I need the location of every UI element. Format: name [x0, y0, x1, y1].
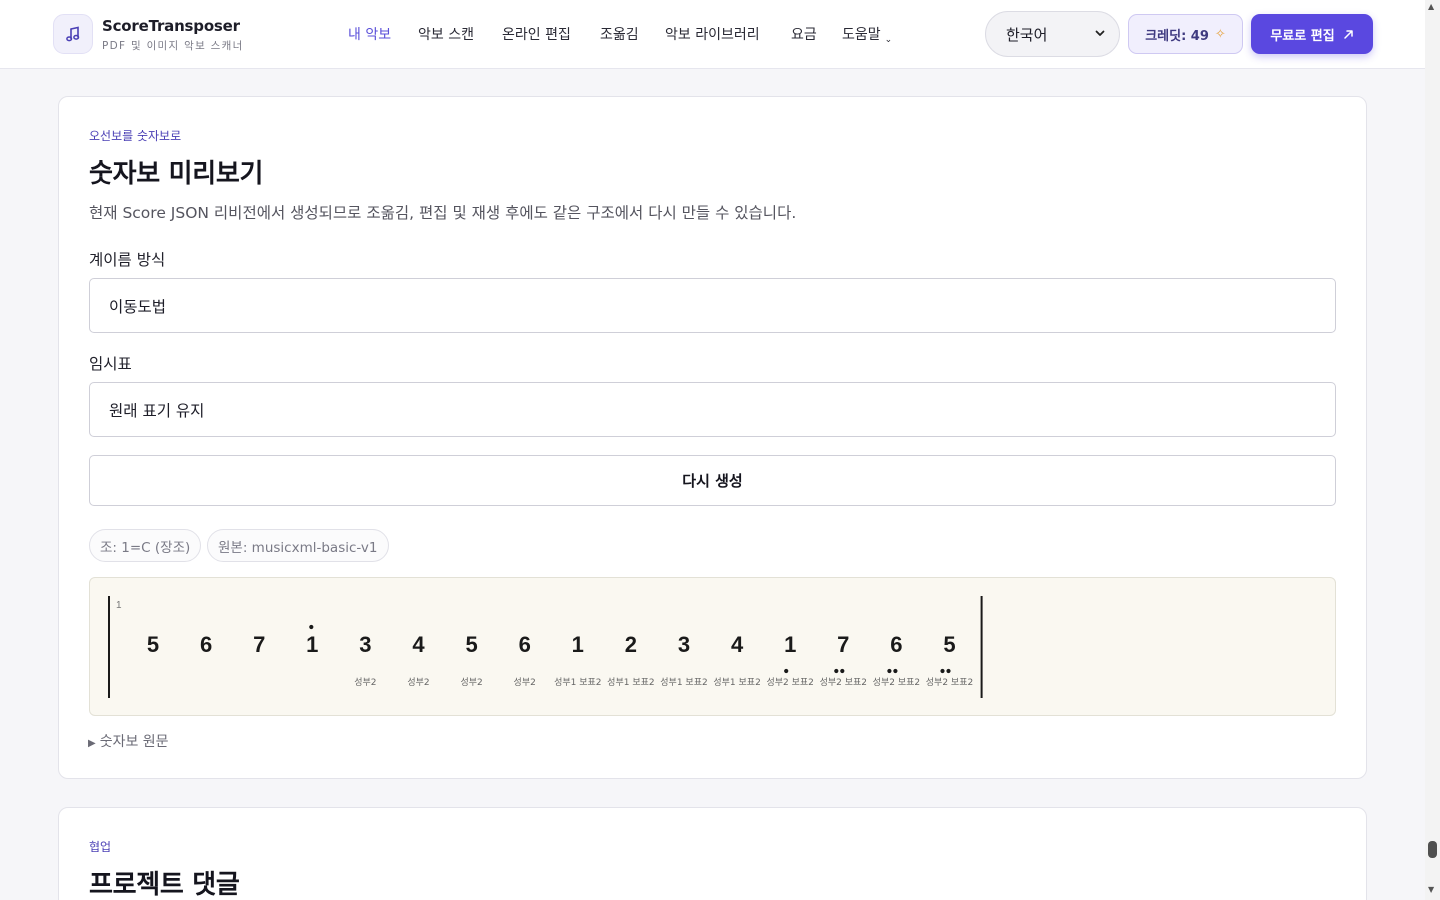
solfege-select-value: 이동도법	[109, 297, 167, 316]
arrow-up-right-icon	[1343, 29, 1353, 39]
language-select[interactable]: 한국어	[985, 11, 1120, 57]
top-navigation-bar: ScoreTransposer PDF 및 이미지 악보 스캐너 내 악보 악보…	[0, 0, 1425, 69]
section-title: 숫자보 미리보기	[89, 159, 264, 189]
nav-scan-score[interactable]: 악보 스캔	[418, 24, 474, 44]
jianpu-note: 6	[200, 632, 212, 657]
octave-dot-above	[309, 624, 314, 630]
note-voice-label: 성부1 보표2	[607, 677, 654, 688]
nav-transpose[interactable]: 조옮김	[600, 24, 639, 44]
jianpu-note: 7	[253, 632, 265, 657]
nav-score-library[interactable]: 악보 라이브러리	[665, 24, 760, 44]
collab-title: 프로젝트 댓글	[89, 870, 240, 900]
brand-name[interactable]: ScoreTransposer	[102, 17, 240, 35]
nav-my-scores[interactable]: 내 악보	[348, 24, 391, 44]
section-eyebrow: 오선보를 숫자보로	[89, 129, 182, 143]
nav-help-label: 도움말	[842, 27, 881, 43]
collaboration-card: 협업 프로젝트 댓글	[58, 807, 1367, 900]
key-chip: 조: 1=C (장조)	[89, 529, 202, 562]
page-scrollbar[interactable]: ▲ ▼	[1425, 0, 1440, 900]
free-edit-button[interactable]: 무료로 편집	[1251, 14, 1373, 54]
accidental-select-value: 원래 표기 유지	[109, 401, 205, 420]
measure-number: 1	[116, 600, 122, 611]
scrollbar-thumb[interactable]	[1428, 841, 1437, 858]
disclosure-triangle-icon: ▶	[88, 738, 96, 749]
note-voice-label: 성부2	[354, 677, 376, 688]
free-edit-button-label: 무료로 편집	[1270, 28, 1335, 44]
octave-dot-below	[940, 668, 945, 674]
scroll-up-arrow-icon[interactable]: ▲	[1428, 2, 1434, 11]
jianpu-source-toggle[interactable]: ▶ 숫자보 원문	[88, 731, 169, 751]
octave-dot-below	[834, 668, 839, 674]
music-note-icon	[66, 26, 80, 42]
chevron-down-icon	[1095, 30, 1105, 36]
solfege-select[interactable]: 이동도법	[89, 278, 1336, 333]
octave-dot-below	[887, 668, 892, 674]
section-description: 현재 Score JSON 리비전에서 생성되므로 조옮김, 편집 및 재생 후…	[89, 204, 797, 222]
jianpu-note: 1	[306, 632, 318, 657]
brand-tagline: PDF 및 이미지 악보 스캐너	[102, 40, 244, 52]
octave-dot-below	[893, 668, 898, 674]
jianpu-source-label: 숫자보 원문	[99, 734, 169, 750]
note-voice-label: 성부2	[460, 677, 482, 688]
regenerate-button[interactable]: 다시 생성	[89, 455, 1336, 506]
jianpu-preview-card: 오선보를 숫자보로 숫자보 미리보기 현재 Score JSON 리비전에서 생…	[58, 96, 1367, 779]
nav-help[interactable]: 도움말 ⌄	[842, 24, 893, 45]
credits-badge[interactable]: 크레딧: 49 ✧	[1128, 14, 1243, 54]
source-chip: 원본: musicxml-basic-v1	[207, 529, 389, 562]
jianpu-note: 5	[147, 632, 159, 657]
note-voice-label: 성부1 보표2	[660, 677, 707, 688]
note-voice-label: 성부1 보표2	[554, 677, 601, 688]
logo[interactable]	[53, 14, 93, 54]
octave-dot-below	[784, 668, 789, 674]
language-select-value: 한국어	[1006, 25, 1048, 44]
collab-eyebrow: 협업	[89, 840, 112, 854]
jianpu-note: 5	[465, 632, 477, 657]
note-voice-label: 성부2 보표2	[873, 677, 920, 688]
note-voice-label: 성부1 보표2	[713, 677, 760, 688]
jianpu-note: 7	[837, 632, 849, 657]
scroll-down-arrow-icon[interactable]: ▼	[1428, 885, 1434, 894]
jianpu-note: 1	[784, 632, 796, 657]
jianpu-note: 6	[890, 632, 902, 657]
sparkle-icon: ✧	[1214, 26, 1226, 42]
jianpu-note: 1	[572, 632, 584, 657]
jianpu-note: 3	[678, 632, 690, 657]
jianpu-note: 4	[731, 632, 744, 657]
octave-dot-below	[840, 668, 845, 674]
jianpu-note: 5	[943, 632, 955, 657]
octave-dot-below	[946, 668, 951, 674]
credits-label: 크레딧: 49	[1145, 28, 1209, 44]
jianpu-score: 1 5 6 7 1 3 성부2 4 성부2 5 성부2 6 성부2 1 성부1 보표2 2 성부1 보표2 3 성부…	[89, 577, 1336, 716]
note-voice-label: 성부2 보표2	[820, 677, 867, 688]
accidental-select[interactable]: 원래 표기 유지	[89, 382, 1336, 437]
jianpu-note: 4	[412, 632, 425, 657]
note-voice-label: 성부2 보표2	[766, 677, 813, 688]
jianpu-note: 3	[359, 632, 371, 657]
jianpu-note: 6	[519, 632, 531, 657]
jianpu-note: 2	[625, 632, 637, 657]
accidental-label: 임시표	[89, 355, 132, 373]
note-voice-label: 성부2	[514, 677, 536, 688]
note-voice-label: 성부2	[407, 677, 429, 688]
nav-pricing[interactable]: 요금	[791, 24, 817, 44]
note-voice-label: 성부2 보표2	[926, 677, 973, 688]
chevron-down-icon: ⌄	[884, 35, 893, 45]
jianpu-staff: 1 5 6 7 1 3 성부2 4 성부2 5 성부2 6 성부2 1 성부1 보표2 2 성부1 보표2 3 성부…	[108, 596, 983, 698]
solfege-label: 계이름 방식	[89, 251, 166, 269]
nav-online-edit[interactable]: 온라인 편집	[502, 24, 571, 44]
